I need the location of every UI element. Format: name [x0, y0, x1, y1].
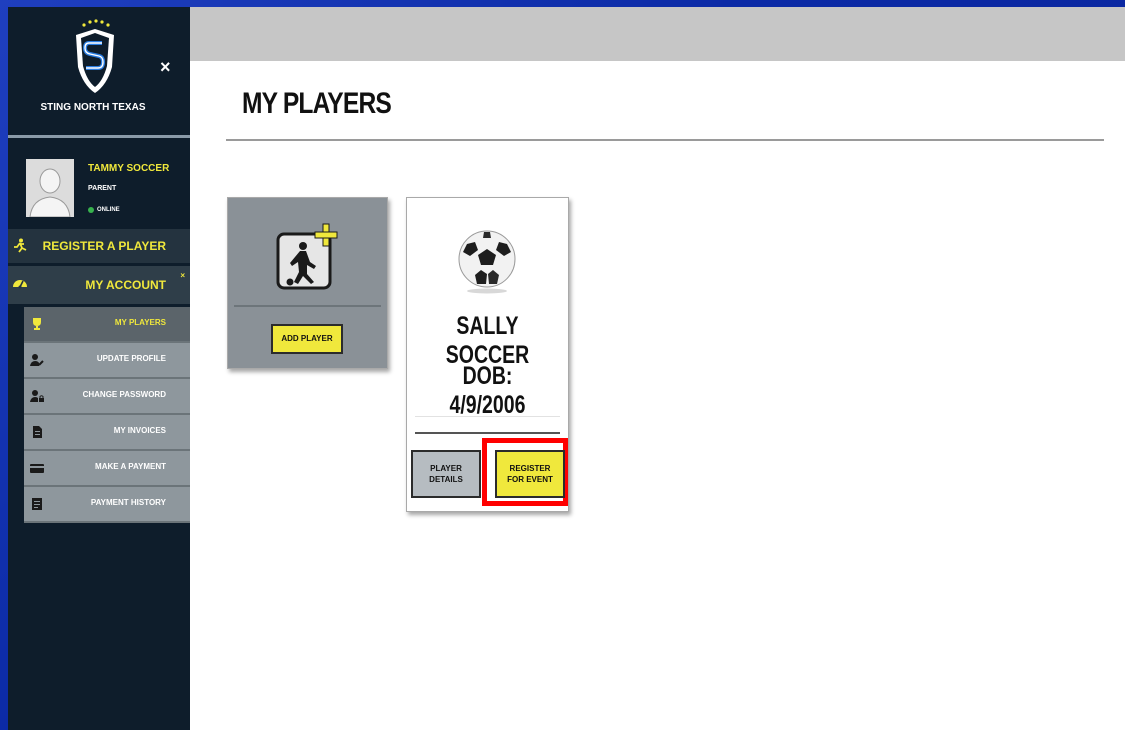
history-icon — [32, 498, 42, 510]
close-sidebar-button[interactable]: × — [160, 57, 171, 78]
sidebar: STING NORTH TEXAS × TAMMY SOCCER PARENT … — [8, 7, 190, 730]
credit-card-icon — [30, 464, 44, 473]
user-edit-icon — [30, 354, 44, 366]
sidebar-item-label: MY ACCOUNT — [85, 278, 166, 292]
user-name: TAMMY SOCCER — [88, 163, 170, 174]
sidebar-item-label: REGISTER A PLAYER — [42, 239, 166, 253]
card-divider — [415, 432, 560, 434]
sidebar-item-label: PAYMENT HISTORY — [90, 498, 166, 507]
sidebar-item-label: MAKE A PAYMENT — [95, 462, 166, 471]
sting-logo-icon — [76, 19, 114, 93]
sidebar-item-my-account[interactable]: MY ACCOUNT × — [8, 266, 190, 304]
avatar-placeholder-icon — [26, 159, 74, 217]
running-player-icon — [14, 238, 27, 253]
sidebar-item-payment-history[interactable]: PAYMENT HISTORY — [24, 487, 190, 523]
user-lock-icon — [30, 390, 44, 402]
register-for-event-button[interactable]: REGISTER FOR EVENT — [495, 450, 565, 498]
avatar — [26, 159, 74, 217]
player-card: SALLY SOCCER DOB: 4/9/2006 PLAYER DETAIL… — [406, 197, 569, 512]
player-details-button[interactable]: PLAYER DETAILS — [411, 450, 481, 498]
org-name: STING NORTH TEXAS — [40, 102, 146, 113]
trophy-icon — [33, 318, 41, 330]
sidebar-item-label: MY INVOICES — [113, 426, 166, 435]
sidebar-item-my-invoices[interactable]: MY INVOICES — [24, 415, 190, 451]
sidebar-item-label: CHANGE PASSWORD — [82, 390, 166, 399]
logo-area: STING NORTH TEXAS × — [8, 7, 190, 135]
card-divider — [415, 416, 560, 417]
sidebar-item-change-password[interactable]: CHANGE PASSWORD — [24, 379, 190, 415]
invoice-icon — [33, 426, 42, 438]
title-divider — [226, 139, 1104, 141]
add-player-button[interactable]: ADD PLAYER — [271, 324, 343, 354]
sidebar-item-label: MY PLAYERS — [114, 318, 166, 327]
sidebar-item-update-profile[interactable]: UPDATE PROFILE — [24, 343, 190, 379]
card-divider — [234, 305, 381, 307]
user-status: ONLINE — [88, 207, 120, 213]
user-panel: TAMMY SOCCER PARENT ONLINE — [8, 151, 190, 227]
online-dot-icon — [88, 207, 94, 213]
add-player-icon — [276, 223, 338, 290]
sidebar-item-my-players[interactable]: MY PLAYERS — [24, 307, 190, 343]
user-status-label: ONLINE — [97, 207, 120, 213]
soccer-ball-icon — [458, 230, 516, 294]
sidebar-item-label: UPDATE PROFILE — [96, 354, 166, 363]
add-player-card: ADD PLAYER — [227, 197, 388, 369]
sidebar-item-register-player[interactable]: REGISTER A PLAYER — [8, 229, 190, 263]
user-role: PARENT — [88, 185, 117, 192]
player-dob: DOB: 4/9/2006 — [449, 362, 526, 419]
collapse-icon[interactable]: × — [180, 271, 185, 280]
app-window: STING NORTH TEXAS × TAMMY SOCCER PARENT … — [8, 7, 1125, 730]
page-title: MY PLAYERS — [242, 87, 392, 120]
sidebar-divider — [8, 135, 190, 138]
sidebar-item-make-payment[interactable]: MAKE A PAYMENT — [24, 451, 190, 487]
dashboard-gauge-icon — [13, 280, 27, 289]
top-bar — [190, 7, 1125, 61]
